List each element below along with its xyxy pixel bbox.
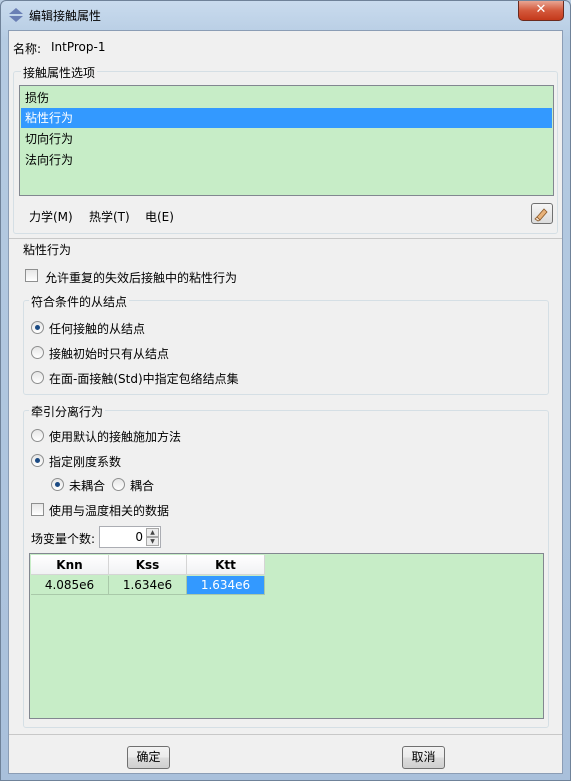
stiffness-table[interactable]: Knn Kss Ktt 4.085e6 1.634e6 1.634e6	[29, 553, 544, 719]
spin-down-button[interactable]: ▼	[146, 537, 159, 546]
radio-coupled-label: 耦合	[130, 479, 155, 493]
list-item-tangential[interactable]: 切向行为	[21, 129, 552, 149]
options-group-title: 接触属性选项	[21, 64, 98, 81]
list-item-label: 法向行为	[25, 153, 74, 167]
radio-specify-stiffness[interactable]	[31, 454, 44, 467]
close-button[interactable]: ✕	[518, 1, 564, 21]
arrow-up-icon: ▲	[150, 529, 155, 536]
traction-title: 牵引分离行为	[29, 403, 106, 420]
radio-any-slave-label: 任何接触的从结点	[49, 322, 146, 336]
allow-repeated-checkbox[interactable]	[25, 269, 38, 282]
radio-default-method[interactable]	[31, 429, 44, 442]
options-list[interactable]: 损伤 粘性行为 切向行为 法向行为	[19, 85, 554, 196]
radio-uncoupled[interactable]	[51, 478, 64, 491]
cancel-button[interactable]: 取消	[402, 746, 445, 769]
list-item-normal[interactable]: 法向行为	[21, 150, 552, 170]
radio-uncoupled-label: 未耦合	[69, 479, 106, 493]
name-value: IntProp-1	[51, 40, 106, 54]
table-header-ktt: Ktt	[187, 555, 265, 575]
ok-button[interactable]: 确定	[127, 746, 170, 769]
radio-specify-stiffness-label: 指定刚度系数	[49, 455, 122, 469]
radio-initial-slave[interactable]	[31, 346, 44, 359]
field-vars-spinner[interactable]: 0 ▲ ▼	[99, 526, 161, 548]
menu-thermal[interactable]: 热学(T)	[89, 208, 130, 225]
radio-node-set-label: 在面-面接触(Std)中指定包络结点集	[49, 372, 239, 386]
bottom-divider	[9, 734, 562, 735]
dialog-window: 编辑接触属性 ✕ 名称: IntProp-1 接触属性选项 损伤 粘性行为 切向…	[0, 0, 571, 781]
radio-coupled[interactable]	[112, 478, 125, 491]
menu-electrical[interactable]: 电(E)	[145, 208, 174, 225]
table-header-kss: Kss	[109, 555, 187, 575]
app-icon	[9, 8, 23, 22]
menu-mechanical[interactable]: 力学(M)	[29, 208, 73, 225]
list-item-label: 切向行为	[25, 132, 74, 146]
slave-nodes-title: 符合条件的从结点	[29, 293, 130, 310]
temp-dependent-label: 使用与温度相关的数据	[49, 504, 170, 518]
section-title: 粘性行为	[23, 243, 72, 257]
table-cell-ktt[interactable]: 1.634e6	[187, 576, 265, 595]
spin-up-button[interactable]: ▲	[146, 528, 159, 537]
close-icon: ✕	[535, 2, 547, 17]
edit-button[interactable]	[531, 203, 553, 224]
divider	[9, 238, 562, 239]
title-bar[interactable]: 编辑接触属性 ✕	[1, 1, 570, 29]
table-cell-knn[interactable]: 4.085e6	[31, 576, 109, 595]
list-item-label: 粘性行为	[25, 111, 74, 125]
table-cell-kss[interactable]: 1.634e6	[109, 576, 187, 595]
eraser-icon	[534, 208, 548, 222]
list-item-cohesive[interactable]: 粘性行为	[21, 108, 552, 128]
radio-node-set[interactable]	[31, 371, 44, 384]
list-item-damage[interactable]: 损伤	[21, 88, 552, 108]
table-header-knn: Knn	[31, 555, 109, 575]
allow-repeated-label: 允许重复的失效后接触中的粘性行为	[45, 271, 238, 285]
radio-default-method-label: 使用默认的接触施加方法	[49, 430, 182, 444]
name-label: 名称:	[13, 42, 42, 56]
arrow-down-icon: ▼	[150, 538, 155, 545]
radio-any-slave[interactable]	[31, 321, 44, 334]
field-vars-value: 0	[135, 530, 143, 544]
field-vars-label: 场变量个数:	[31, 532, 96, 546]
dialog-body: 名称: IntProp-1 接触属性选项 损伤 粘性行为 切向行为 法向行为 力…	[8, 30, 563, 774]
list-item-label: 损伤	[25, 91, 50, 105]
window-title: 编辑接触属性	[29, 9, 102, 23]
temp-dependent-checkbox[interactable]	[31, 503, 44, 516]
radio-initial-slave-label: 接触初始时只有从结点	[49, 347, 170, 361]
